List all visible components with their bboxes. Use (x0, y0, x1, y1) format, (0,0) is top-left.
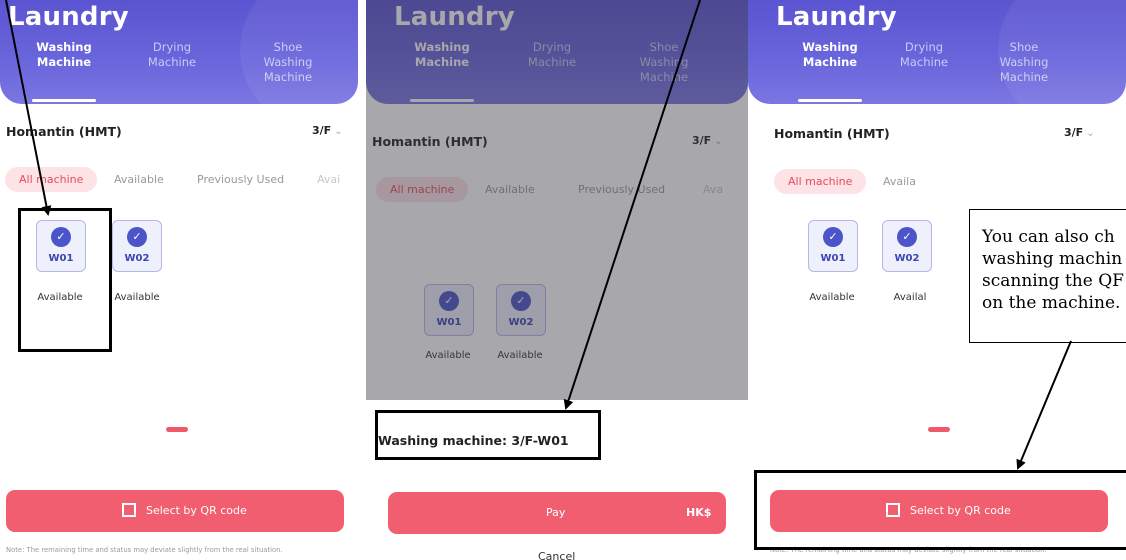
arrow-to-sheet-label (563, 0, 701, 410)
arrow-to-qr-button (1016, 340, 1072, 470)
arrow-to-w01 (5, 0, 52, 216)
annotation-arrows (5, 0, 1072, 470)
